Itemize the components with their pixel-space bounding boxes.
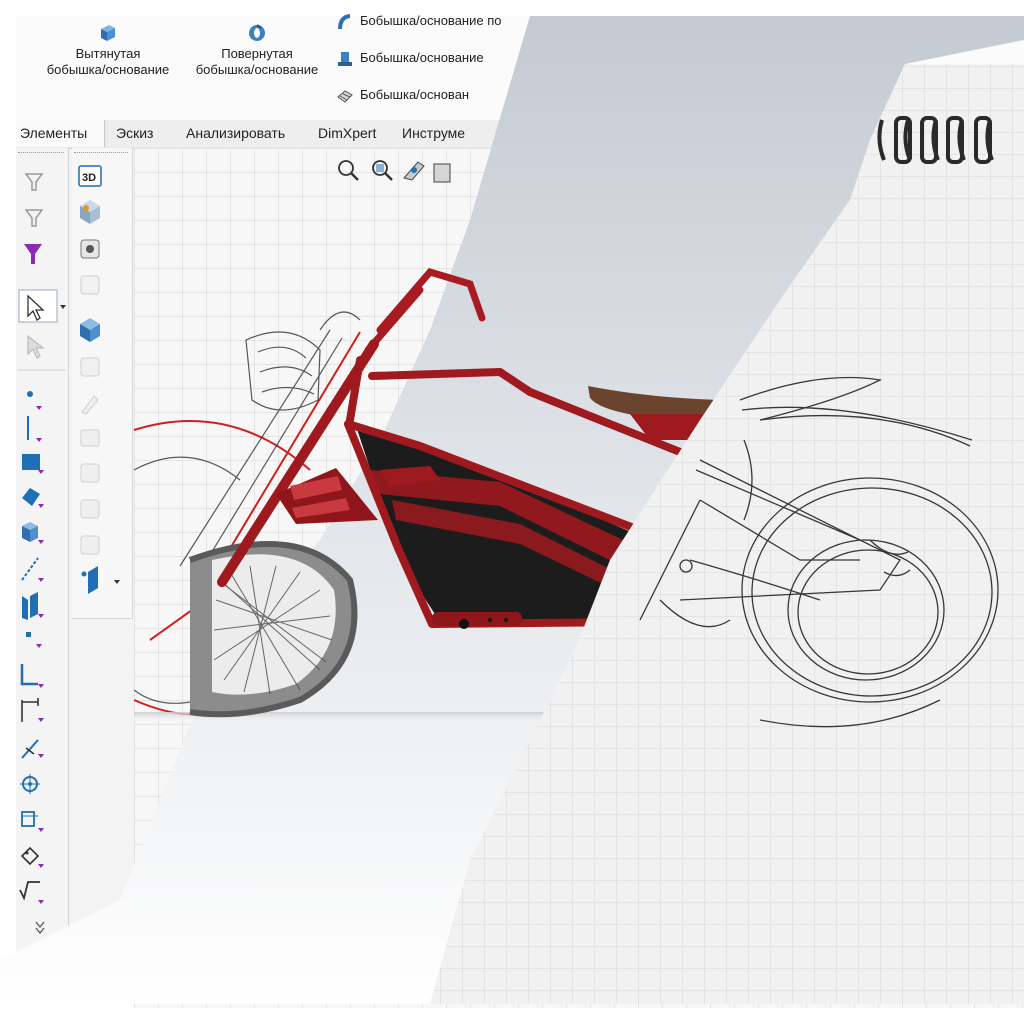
sketch-notebook: [430, 64, 1024, 1004]
collage-stage: Вытянутая бобышка/основание Повернутая б…: [0, 0, 1024, 1024]
notebook-spiral: [877, 116, 994, 164]
